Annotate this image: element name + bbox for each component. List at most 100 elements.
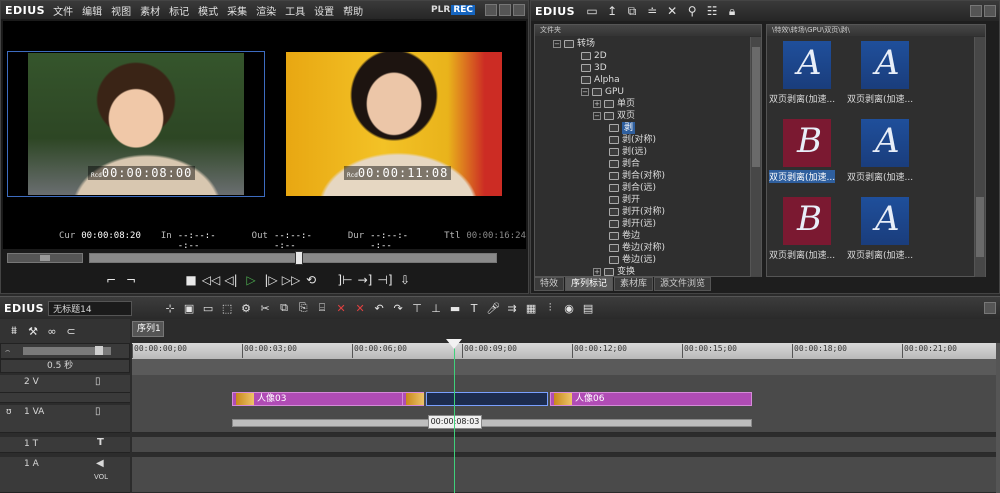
lock-icon[interactable]: 🔒︎ [723, 3, 741, 19]
tree-scroll-thumb[interactable] [752, 47, 760, 167]
tab-effects[interactable]: 特效 [534, 277, 565, 291]
zoom-slider[interactable] [23, 346, 111, 355]
ripple-delete-icon[interactable]: ✕ [352, 300, 368, 316]
tree-item[interactable]: Alpha [581, 74, 620, 86]
transition-clip[interactable] [426, 392, 548, 406]
play-icon[interactable]: ▷ [241, 271, 261, 289]
expand-icon[interactable]: − [581, 88, 589, 96]
tree-item[interactable]: 剥 [609, 122, 636, 134]
effect-folder-icon[interactable]: ⧉ [623, 3, 641, 19]
effect-thumbnail[interactable]: A [783, 41, 831, 89]
ripple-icon[interactable]: ⊥ [428, 300, 444, 316]
tree-item[interactable]: − GPU [581, 86, 624, 98]
minimize-button[interactable] [485, 4, 497, 16]
link-icon[interactable]: ⌸ [314, 300, 330, 316]
overwrite-icon[interactable]: →] [355, 271, 375, 289]
bin-minimize-button[interactable] [970, 5, 982, 17]
clip-portrait03-tail[interactable] [402, 392, 424, 406]
track-va1-eye-icon[interactable]: ʊ [6, 407, 12, 417]
track-header-va1[interactable]: ʊ 1 VA ▯ [0, 405, 130, 433]
tree-item[interactable]: 卷边 [609, 230, 640, 242]
expand-icon[interactable]: − [593, 112, 601, 120]
save-icon[interactable]: ⬚ [219, 300, 235, 316]
mixer-icon[interactable]: ⫶ [542, 300, 558, 316]
rewind-icon[interactable]: ◁◁ [201, 271, 221, 289]
track-header-a1[interactable]: 1 A ◀︎ VOL [0, 457, 130, 493]
copy-icon[interactable]: ⧉ [276, 300, 292, 316]
menu-capture[interactable]: 采集 [227, 3, 247, 18]
tree-item[interactable]: 剥合(对称) [609, 170, 665, 182]
fast-forward-icon[interactable]: ▷▷ [281, 271, 301, 289]
track-va1-icon[interactable]: ▯ [95, 406, 101, 417]
menu-view[interactable]: 视图 [111, 3, 131, 18]
delete-clip-icon[interactable]: ✕ [333, 300, 349, 316]
clip-portrait03[interactable]: 人像03 [232, 392, 422, 406]
group-icon[interactable]: ▬ [447, 300, 463, 316]
microphone-icon[interactable]: 🎤︎ [485, 300, 501, 316]
tree-item[interactable]: 剥开 [609, 194, 640, 206]
menu-tools[interactable]: 工具 [285, 3, 305, 18]
tab-bin[interactable]: 素材库 [614, 277, 654, 291]
tree-item[interactable]: + 变换 [593, 266, 635, 277]
track-a1-area[interactable] [132, 457, 996, 493]
effect-label[interactable]: 双页剥离(加速... [847, 170, 913, 183]
zoom-handle[interactable] [95, 346, 103, 355]
tree-item[interactable]: − 双页 [593, 110, 635, 122]
effect-label[interactable]: 双页剥离(加速... [769, 92, 835, 105]
track-t1-area[interactable] [132, 437, 996, 453]
tab-source-browser[interactable]: 源文件浏览 [654, 277, 712, 291]
tree-item[interactable]: 剥合(远) [609, 182, 656, 194]
effect-thumbnail[interactable]: B [783, 119, 831, 167]
bin-close-button[interactable] [984, 5, 996, 17]
track-header-t1[interactable]: 1 T T [0, 437, 130, 453]
effect-thumbnail[interactable]: A [861, 41, 909, 89]
shuttle-bar[interactable] [7, 253, 83, 263]
razor-icon[interactable]: ⚒ [25, 323, 41, 339]
effect-label[interactable]: 双页剥离(加速... [769, 248, 835, 261]
position-slider[interactable] [89, 251, 497, 265]
settings-icon[interactable]: ⚙ [238, 300, 254, 316]
set-in-icon[interactable]: ⌐ [101, 271, 121, 289]
effect-thumbnail[interactable]: A [861, 119, 909, 167]
tree-item[interactable]: 剥(远) [609, 146, 647, 158]
insert-icon[interactable]: ]⊢ [335, 271, 355, 289]
sync-icon[interactable]: ⩩ [6, 323, 22, 339]
folder-icon[interactable]: ▭ [583, 3, 601, 19]
plr-indicator[interactable]: PLR [431, 5, 450, 15]
tree-item[interactable]: 2D [581, 50, 607, 62]
playhead-line[interactable] [454, 341, 455, 493]
layout-icon[interactable]: ▤ [580, 300, 596, 316]
playhead-marker[interactable] [446, 339, 462, 349]
close-button[interactable] [513, 4, 525, 16]
expand-icon[interactable]: + [593, 100, 601, 108]
title-track-icon[interactable]: T [97, 437, 104, 448]
compass-icon[interactable]: ◉ [561, 300, 577, 316]
redo-icon[interactable]: ↷ [390, 300, 406, 316]
track-header-v2[interactable]: 2 V ▯ [0, 375, 130, 393]
open-icon[interactable]: ▭ [200, 300, 216, 316]
tree-item[interactable]: 卷边(远) [609, 254, 656, 266]
effect-thumbnail[interactable]: A [861, 197, 909, 245]
undo-icon[interactable]: ↶ [371, 300, 387, 316]
tree-item[interactable]: − 转场 [553, 38, 595, 50]
menu-settings[interactable]: 设置 [314, 3, 334, 18]
export-icon[interactable]: ⇩ [395, 271, 415, 289]
menu-file[interactable]: 文件 [53, 3, 73, 18]
step-back-icon[interactable]: ◁| [221, 271, 241, 289]
track-va1-area[interactable]: 人像03 人像06 [132, 389, 996, 433]
chain-icon[interactable]: ∞ [44, 323, 60, 339]
tree-item[interactable]: 3D [581, 62, 607, 74]
tree-item[interactable]: + 单页 [593, 98, 635, 110]
maximize-button[interactable] [499, 4, 511, 16]
effect-thumbnail[interactable]: B [783, 197, 831, 245]
tree-scrollbar[interactable] [750, 37, 761, 277]
set-out-icon[interactable]: ¬ [121, 271, 141, 289]
thumb-scrollbar[interactable] [974, 37, 985, 277]
paste-icon[interactable]: ⎘ [295, 300, 311, 316]
time-ruler[interactable]: 00:00:00;00 00:00:03;00 00:00:06;00 00:00:0… [132, 343, 996, 359]
menu-marker[interactable]: 标记 [169, 3, 189, 18]
tab-sequence-markers[interactable]: 序列标记 [565, 277, 614, 291]
stop-icon[interactable]: ■ [181, 271, 201, 289]
sequence-tab[interactable]: 序列1 [132, 321, 164, 337]
expand-icon[interactable]: − [553, 40, 561, 48]
